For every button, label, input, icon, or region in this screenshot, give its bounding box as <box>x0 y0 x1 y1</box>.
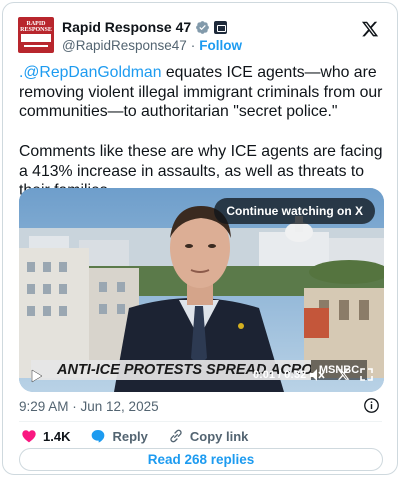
display-name[interactable]: Rapid Response 47 <box>62 19 191 35</box>
tweet-text: .@RepDanGoldman equates ICE agents—who a… <box>19 63 389 201</box>
x-logo-video-icon[interactable] <box>337 368 350 381</box>
video-time: 0:01 / 0:32 <box>253 369 307 381</box>
name-row: Rapid Response 47 <box>62 18 228 36</box>
avatar-logo-text: RAPID RESPONSE <box>20 21 52 33</box>
action-bar: 1.4K Reply Copy link <box>21 427 268 445</box>
handle[interactable]: @RapidResponse47 <box>62 38 187 53</box>
verified-badge-icon <box>196 20 210 34</box>
tweet-paragraph-1: .@RepDanGoldman equates ICE agents—who a… <box>19 63 389 122</box>
affiliate-badge-icon <box>214 20 228 34</box>
copy-link-button[interactable]: Copy link <box>168 428 249 444</box>
reply-bubble-icon <box>92 430 105 443</box>
avatar-logo-bar <box>21 34 51 42</box>
avatar[interactable]: RAPID RESPONSE <box>18 17 54 53</box>
tweet-timestamp[interactable]: 9:29 AM · Jun 12, 2025 <box>19 399 159 414</box>
fullscreen-icon[interactable] <box>360 368 373 381</box>
like-count: 1.4K <box>43 428 71 444</box>
play-icon[interactable] <box>31 369 43 383</box>
follow-button[interactable]: Follow <box>199 38 242 53</box>
reply-label: Reply <box>112 428 148 444</box>
info-icon[interactable] <box>363 397 380 414</box>
volume-muted-icon[interactable] <box>309 368 325 382</box>
link-icon <box>170 429 182 443</box>
mention-link[interactable]: .@RepDanGoldman <box>19 64 161 81</box>
tweet-header: RAPID RESPONSE Rapid Response 47 @RapidRe… <box>18 16 383 56</box>
tweet-card: RAPID RESPONSE Rapid Response 47 @RapidRe… <box>2 2 398 475</box>
x-logo-icon[interactable] <box>361 20 379 38</box>
avatar-logo-line <box>24 45 48 47</box>
divider <box>19 421 382 422</box>
read-replies-button[interactable]: Read 268 replies <box>19 448 383 471</box>
handle-row: @RapidResponse47 · Follow <box>62 37 242 53</box>
like-button[interactable]: 1.4K <box>21 428 70 444</box>
video-player[interactable]: Continue watching on X ANTI-ICE PROTESTS… <box>19 188 384 392</box>
copy-link-label: Copy link <box>189 428 249 444</box>
separator-dot: · <box>190 37 196 53</box>
heart-icon <box>22 430 36 443</box>
reply-button[interactable]: Reply <box>90 428 148 444</box>
continue-watching-button[interactable]: Continue watching on X <box>214 198 375 224</box>
